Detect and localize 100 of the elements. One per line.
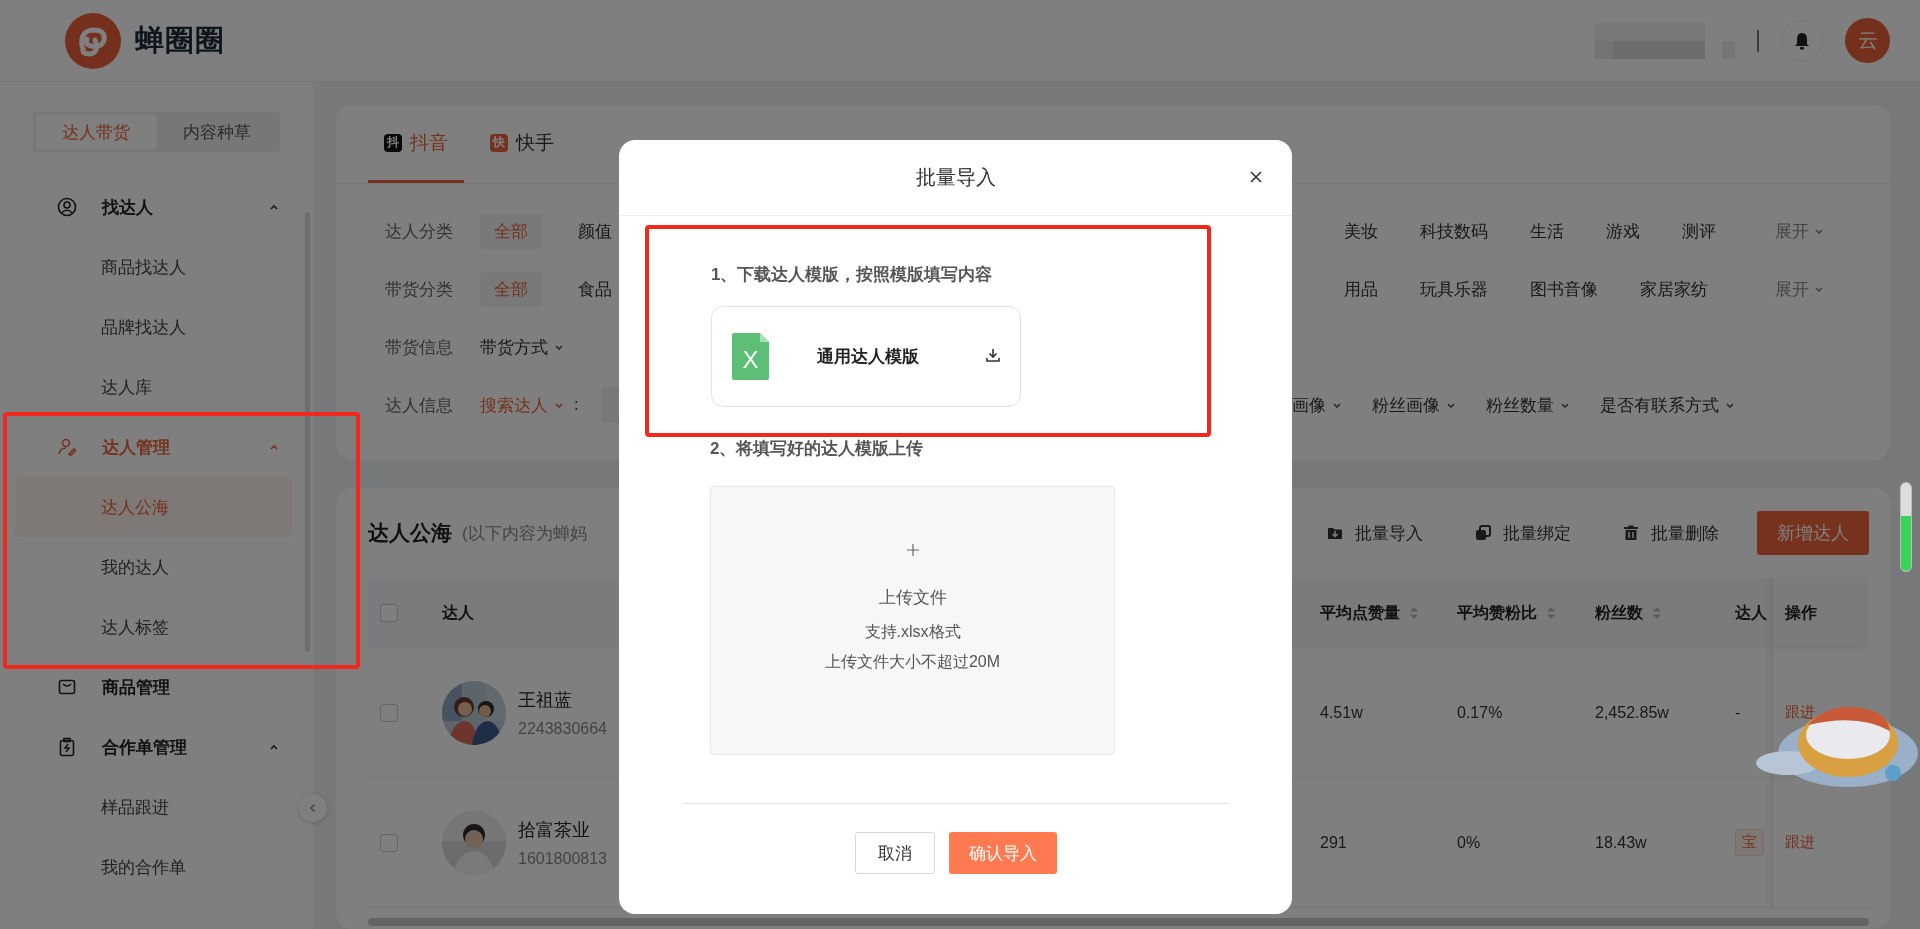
trash-icon: [1623, 525, 1639, 541]
close-button[interactable]: [1249, 170, 1263, 184]
talent-name: 拾富茶业: [518, 818, 591, 842]
expand-button[interactable]: 展开: [1769, 276, 1830, 302]
link-icon: [1475, 525, 1491, 541]
collapse-button[interactable]: [299, 794, 327, 822]
logo-icon: [65, 12, 121, 69]
step-title: 2、将填写好的达人模版上传: [710, 438, 925, 460]
filter-option[interactable]: 科技数码: [1420, 213, 1488, 249]
expand-button[interactable]: 展开: [1769, 218, 1830, 244]
tag-badge: 宝: [1735, 829, 1764, 856]
filter-label: 达人分类: [385, 220, 454, 243]
menu-item[interactable]: 品牌找达人: [15, 297, 292, 357]
caret-icon: [1560, 400, 1570, 410]
add-button[interactable]: 新增达人: [1757, 511, 1869, 555]
menu-item[interactable]: 商品找达人: [15, 237, 292, 297]
scrollbar[interactable]: [305, 212, 310, 652]
column-header: 达人: [1735, 602, 1767, 623]
column-header: 达人: [442, 602, 474, 623]
user-avatar[interactable]: 云: [1845, 18, 1890, 63]
filter-label: 带货分类: [385, 278, 454, 301]
table-cell: 0%: [1457, 833, 1481, 852]
caret-icon: [1814, 226, 1824, 236]
caret-icon: [269, 742, 279, 752]
dialog-title: 批量导入: [915, 165, 996, 190]
checkbox[interactable]: [380, 703, 398, 722]
scrollbar[interactable]: [368, 918, 1869, 926]
user-circle-icon: [57, 197, 77, 217]
sort-icon: [1547, 607, 1555, 619]
filter-option[interactable]: 生活: [1530, 213, 1564, 249]
filter-dropdown[interactable]: 搜索达人: [480, 393, 564, 417]
caret-icon: [1332, 400, 1342, 410]
platform-tab[interactable]: 抖 抖音: [368, 105, 464, 183]
filter-option[interactable]: 家居家纺: [1640, 271, 1708, 307]
table-cell: 18.43w: [1595, 833, 1647, 852]
bag-icon: [57, 677, 77, 697]
close-icon: [1249, 170, 1263, 184]
menu-item[interactable]: 样品跟进: [15, 777, 292, 837]
bell-icon: [1794, 31, 1810, 50]
table-cell: 0.17%: [1457, 703, 1503, 722]
filter-option[interactable]: 美妆: [1344, 213, 1378, 249]
filter-dropdown[interactable]: 画像: [1292, 393, 1342, 417]
mode-tab[interactable]: 达人带货: [36, 115, 157, 149]
filter-option[interactable]: 用品: [1344, 271, 1378, 307]
table-cell: 2,452.85w: [1595, 703, 1669, 722]
confirm-button[interactable]: 确认导入: [949, 832, 1057, 874]
table-cell: -: [1735, 703, 1741, 722]
filter-label: 带货信息: [385, 336, 454, 359]
filter-option[interactable]: 游戏: [1606, 213, 1640, 249]
filter-option[interactable]: 全部: [480, 213, 542, 249]
clipboard-icon: [57, 737, 77, 757]
download-button[interactable]: [986, 348, 1000, 365]
logo-text: 蝉圈圈: [135, 22, 225, 58]
filter-dropdown[interactable]: 是否有联系方式: [1600, 393, 1735, 417]
filter-option[interactable]: 玩具乐器: [1420, 271, 1488, 307]
filter-dropdown[interactable]: 粉丝数量: [1486, 393, 1570, 417]
caret-icon: [554, 400, 564, 410]
filter-option[interactable]: 食品: [564, 271, 626, 307]
separator-text: :: [574, 395, 579, 415]
menu-item[interactable]: 达人标签: [15, 597, 292, 657]
step-title: 1、下载达人模版，按照模版填写内容: [711, 264, 994, 286]
platform-tab[interactable]: 快 快手: [474, 105, 570, 183]
checkbox[interactable]: [380, 604, 398, 622]
menu-group[interactable]: 合作单管理: [0, 717, 313, 777]
mode-tab[interactable]: 内容种草: [156, 115, 277, 149]
menu-item[interactable]: 达人公海: [15, 477, 292, 537]
toolbar-button[interactable]: 批量删除: [1617, 520, 1725, 546]
filter-dropdown[interactable]: 带货方式: [480, 335, 564, 359]
filter-label: 达人信息: [385, 394, 454, 417]
menu-item[interactable]: 我的合作单: [15, 837, 292, 897]
column-header: 操作: [1785, 602, 1817, 623]
toolbar-button[interactable]: 批量绑定: [1469, 520, 1577, 546]
menu-group[interactable]: 商品管理: [0, 657, 313, 717]
caret-icon: [554, 342, 564, 352]
talent-name: 王祖蓝: [518, 688, 573, 712]
follow-link[interactable]: 跟进: [1785, 703, 1815, 722]
column-header[interactable]: 粉丝数: [1595, 602, 1661, 624]
section-title: 达人公海: [368, 520, 452, 546]
menu-item[interactable]: 达人库: [15, 357, 292, 417]
toolbar-button[interactable]: 批量导入: [1321, 520, 1429, 546]
talent-id: 1601800813: [518, 849, 607, 868]
download-icon: [986, 348, 1000, 362]
template-name: 通用达人模版: [817, 346, 920, 368]
filter-option[interactable]: 图书音像: [1530, 271, 1598, 307]
template-card[interactable]: X 通用达人模版: [711, 306, 1021, 407]
plus-icon: [906, 544, 919, 556]
filter-option[interactable]: 测评: [1682, 213, 1716, 249]
follow-link[interactable]: 跟进: [1785, 833, 1815, 852]
filter-option[interactable]: 全部: [480, 271, 542, 307]
caret-icon: [269, 442, 279, 452]
menu-item[interactable]: 我的达人: [15, 537, 292, 597]
caret-icon: [1814, 284, 1824, 294]
upload-area[interactable]: 上传文件 支持.xlsx格式 上传文件大小不超过20M: [710, 486, 1115, 755]
section-note: (以下内容为蝉妈: [462, 522, 587, 545]
filter-option[interactable]: 颜值: [564, 213, 626, 249]
filter-dropdown[interactable]: 粉丝画像: [1372, 393, 1456, 417]
checkbox[interactable]: [380, 833, 398, 852]
sort-icon: [1410, 607, 1418, 619]
cancel-button[interactable]: 取消: [855, 832, 935, 874]
upload-hint: 支持.xlsx格式: [864, 622, 961, 642]
